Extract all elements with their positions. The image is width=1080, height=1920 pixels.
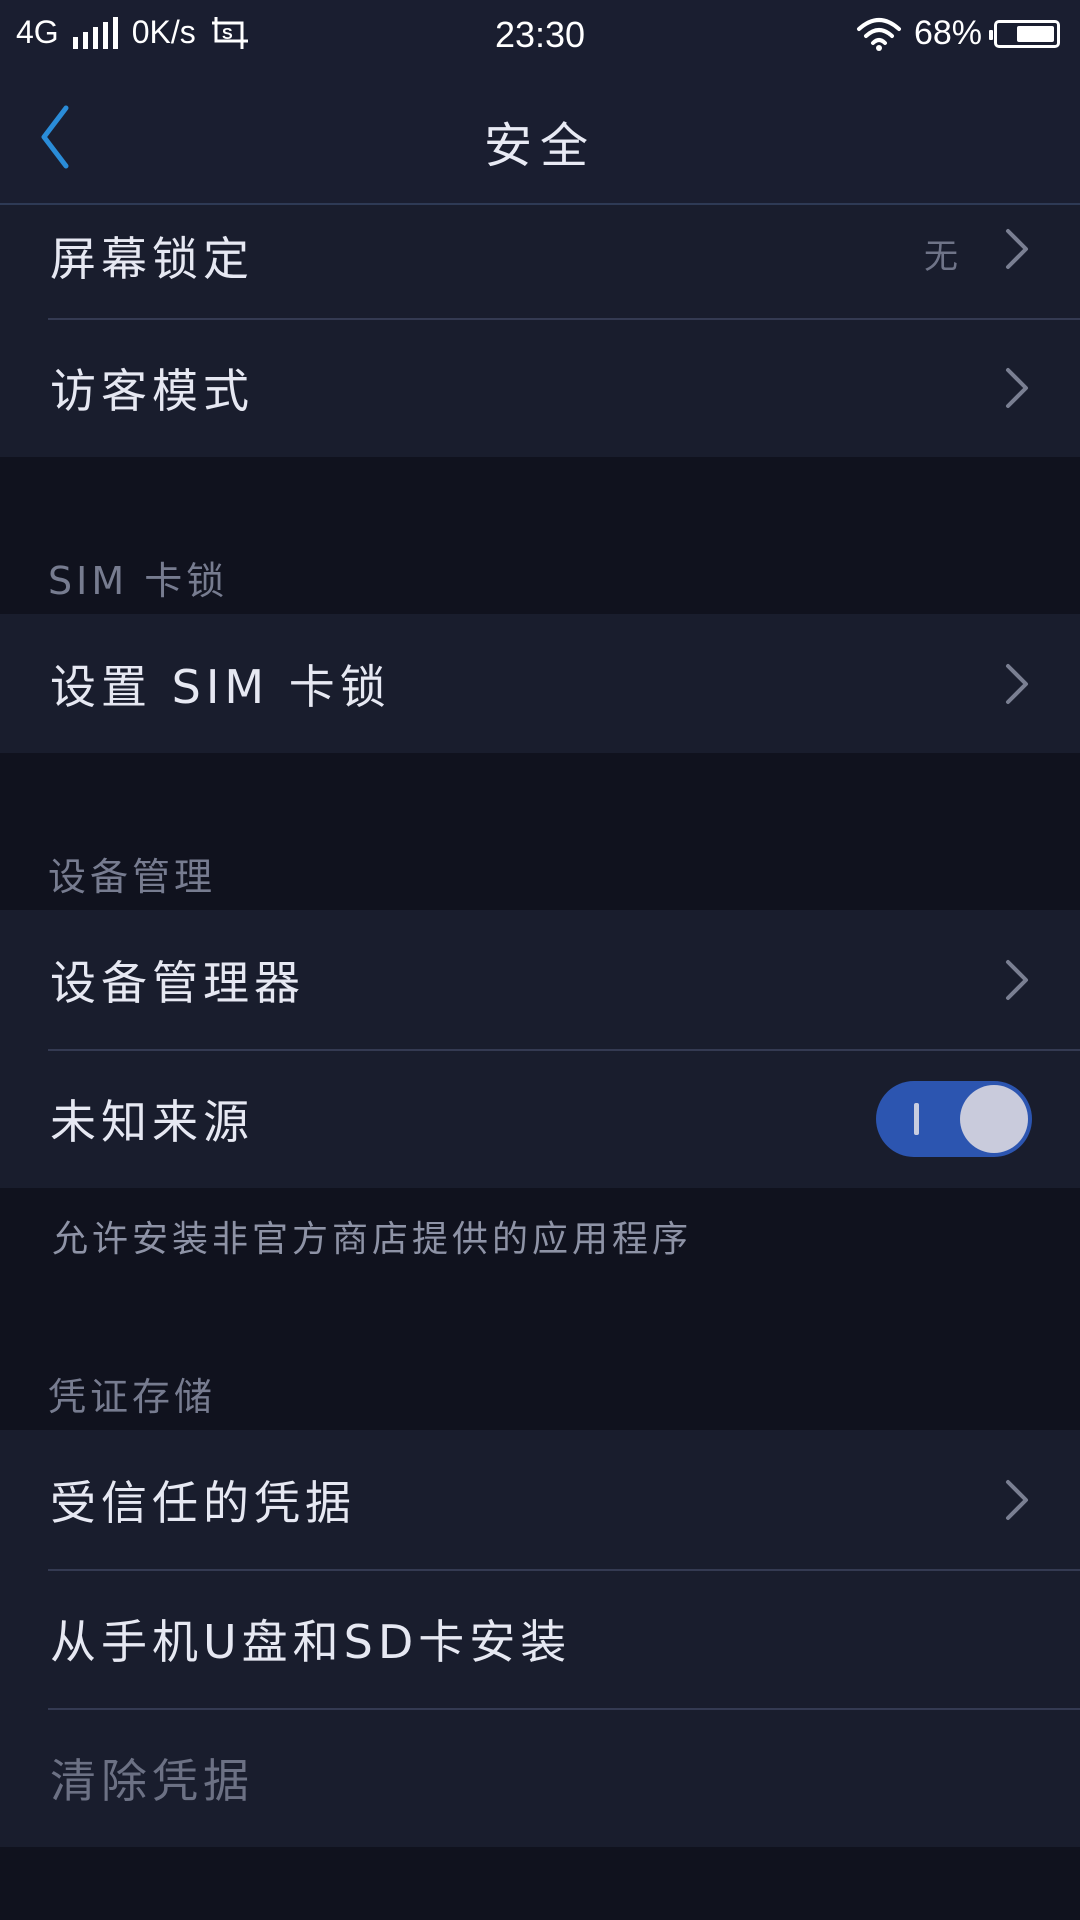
row-label: 访客模式 [50,363,254,418]
status-right: 68% [856,14,1060,53]
chevron-right-icon [1006,663,1028,704]
battery-percent: 68% [913,14,982,52]
toggle-knob [960,1084,1028,1153]
chevron-right-icon [1006,229,1028,269]
credential-storage-group: 受信任的凭据 从手机U盘和SD卡安装 清除凭据 [0,1430,1080,1847]
chevron-right-icon [1006,1479,1028,1520]
sim-lock-group: 设置 SIM 卡锁 [0,614,1080,753]
app-header: 安全 [0,70,1080,205]
battery-icon [989,19,1060,48]
row-label: 设备管理器 [50,955,305,1010]
wifi-icon [856,17,901,51]
row-trusted-credentials[interactable]: 受信任的凭据 [0,1430,1080,1569]
row-guest-mode[interactable]: 访客模式 [0,318,1080,457]
row-label: 屏幕锁定 [50,232,254,286]
section-header-sim: SIM 卡锁 [48,559,229,603]
row-device-manager[interactable]: 设备管理器 [0,910,1080,1049]
page-title: 安全 [483,118,596,174]
device-admin-group: 设备管理器 未知来源 [0,910,1080,1188]
row-label: 设置 SIM 卡锁 [50,659,391,714]
row-label: 受信任的凭据 [50,1475,356,1530]
unknown-sources-helper: 允许安装非官方商店提供的应用程序 [52,1219,693,1260]
toggle-on-indicator [914,1102,919,1135]
row-screen-lock[interactable]: 屏幕锁定 无 [0,205,1080,318]
row-label: 从手机U盘和SD卡安装 [50,1614,572,1669]
battery-level [1017,25,1054,42]
row-label: 未知来源 [50,1094,254,1149]
section-header-device-admin: 设备管理 [48,855,217,899]
row-sim-lock[interactable]: 设置 SIM 卡锁 [0,614,1080,753]
screen-lock-group: 屏幕锁定 无 访客模式 [0,205,1080,457]
chevron-right-icon [1006,367,1028,408]
chevron-right-icon [1006,959,1028,1000]
row-clear-credentials: 清除凭据 [0,1708,1080,1847]
section-header-credentials: 凭证存储 [48,1375,217,1419]
row-label: 清除凭据 [50,1753,254,1808]
row-install-from-storage[interactable]: 从手机U盘和SD卡安装 [0,1569,1080,1708]
row-value: 无 [924,237,958,277]
status-bar: 4G 0K/s S 23:30 68% [0,0,1080,70]
unknown-sources-toggle[interactable] [876,1080,1032,1157]
row-unknown-sources: 未知来源 [0,1049,1080,1188]
